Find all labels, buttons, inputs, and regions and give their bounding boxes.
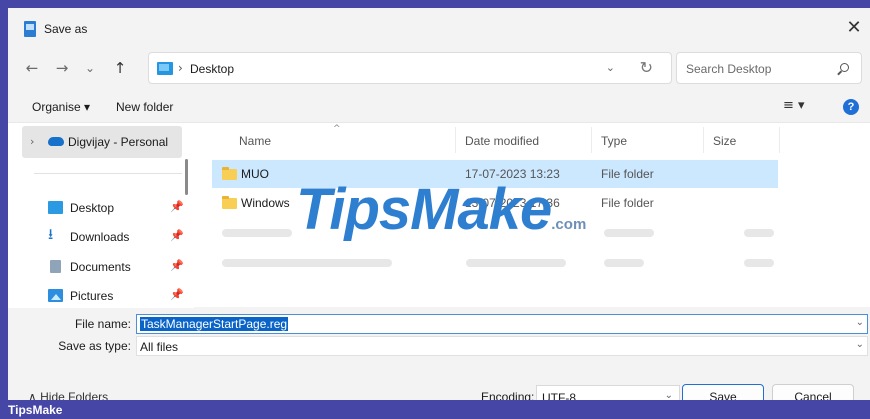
title-bar: Save as ✕ [8, 8, 870, 48]
sidebar-item-label: Desktop [70, 201, 115, 215]
close-button[interactable]: ✕ [844, 18, 864, 38]
tipsmake-watermark: TipsMake.com [296, 180, 586, 255]
sidebar-item-onedrive[interactable]: › Digvijay - Personal [22, 126, 182, 158]
sidebar-divider [34, 173, 182, 174]
refresh-icon[interactable]: ↻ [640, 58, 653, 77]
save-button[interactable]: Save [682, 384, 764, 400]
sidebar-item-label: Documents [70, 260, 131, 274]
folder-icon [222, 167, 237, 180]
blurred-row-content [744, 259, 774, 267]
window-title: Save as [44, 22, 88, 36]
recent-locations-chevron-icon[interactable]: ⌄ [80, 58, 100, 78]
pin-icon: 📌 [170, 259, 184, 272]
blurred-row-content [744, 229, 774, 237]
save-form: File name: TaskManagerStartPage.reg ⌄ Sa… [8, 308, 870, 368]
column-header-date-modified[interactable]: Date modified [465, 134, 539, 148]
help-icon[interactable]: ? [843, 99, 859, 115]
column-header-name[interactable]: Name [239, 134, 271, 148]
dialog-footer: ∧ Hide Folders Encoding: UTF-8 ⌄ Save Ca… [8, 370, 870, 400]
address-dropdown-icon[interactable]: ⌄ [606, 61, 615, 74]
encoding-select[interactable]: UTF-8 ⌄ [536, 385, 680, 400]
column-divider[interactable] [591, 127, 592, 153]
blurred-row-content [604, 259, 644, 267]
hide-folders-button[interactable]: ∧ Hide Folders [28, 390, 108, 400]
file-name: MUO [241, 167, 269, 181]
save-as-dialog: Save as ✕ ← → ⌄ ↑ › Desktop ⌄ ↻ Search D… [8, 8, 870, 400]
sidebar-item-downloads[interactable]: ⭳ Downloads 📌 [48, 226, 188, 248]
blurred-row-content [604, 229, 654, 237]
blurred-row-content [466, 259, 566, 267]
documents-icon [50, 260, 61, 273]
cancel-button[interactable]: Cancel [772, 384, 854, 400]
search-icon [840, 63, 849, 72]
breadcrumb-desktop[interactable]: Desktop [190, 62, 234, 76]
chevron-down-icon[interactable]: ⌄ [856, 339, 864, 350]
save-as-type-value: All files [140, 340, 179, 354]
command-bar: Organise ▾ New folder ≡ ▾ ? [8, 90, 870, 122]
encoding-label: Encoding: [481, 390, 535, 400]
watermark-suffix: .com [551, 216, 587, 233]
column-divider[interactable] [779, 127, 780, 153]
sidebar-item-label: Digvijay - Personal [68, 135, 169, 149]
desktop-folder-icon [157, 62, 173, 75]
address-bar[interactable]: › Desktop ⌄ ↻ [148, 52, 672, 84]
sidebar-item-label: Pictures [70, 289, 114, 303]
column-divider[interactable] [703, 127, 704, 153]
folder-icon [222, 196, 237, 209]
file-type: File folder [601, 196, 654, 210]
pin-icon: 📌 [170, 200, 184, 213]
pictures-icon [48, 289, 63, 302]
save-as-type-select[interactable]: All files ⌄ [136, 336, 868, 356]
notepad-app-icon [24, 21, 36, 37]
organise-menu-button[interactable]: Organise ▾ [32, 100, 90, 114]
blurred-row-content [222, 229, 292, 237]
new-folder-button[interactable]: New folder [116, 100, 173, 114]
search-input[interactable]: Search Desktop [676, 52, 862, 84]
file-name-value[interactable]: TaskManagerStartPage.reg [140, 317, 289, 331]
file-name-field[interactable]: TaskManagerStartPage.reg ⌄ [136, 314, 868, 334]
cloud-icon [48, 137, 64, 146]
sidebar-item-label: Downloads [70, 230, 130, 244]
navigation-pane: › Digvijay - Personal Desktop 📌 ⭳ Downlo… [8, 123, 194, 308]
file-type: File folder [601, 167, 654, 181]
back-arrow-icon[interactable]: ← [22, 58, 42, 78]
brand-label: TipsMake [8, 403, 63, 417]
file-name-label: File name: [74, 317, 131, 331]
watermark-text: TipsMake [296, 177, 552, 242]
save-as-type-label: Save as type: [58, 339, 131, 353]
pin-icon: 📌 [170, 288, 184, 301]
sidebar-item-documents[interactable]: Documents 📌 [48, 256, 188, 278]
download-icon: ⭳ [48, 225, 54, 243]
desktop-icon [48, 201, 63, 214]
breadcrumb-chevron-icon[interactable]: › [178, 61, 183, 75]
forward-arrow-icon[interactable]: → [52, 58, 72, 78]
column-header-size[interactable]: Size [713, 134, 736, 148]
navigation-row: ← → ⌄ ↑ › Desktop ⌄ ↻ Search Desktop [8, 48, 870, 88]
chevron-down-icon[interactable]: ⌄ [665, 390, 673, 400]
brand-strip: TipsMake [0, 400, 870, 419]
sidebar-item-desktop[interactable]: Desktop 📌 [48, 197, 188, 219]
blurred-row-content [222, 259, 392, 267]
up-arrow-icon[interactable]: ↑ [110, 58, 130, 78]
column-divider[interactable] [455, 127, 456, 153]
sidebar-scrollbar[interactable] [185, 159, 188, 195]
view-options-icon[interactable]: ≡ ▾ [783, 98, 805, 113]
column-header-type[interactable]: Type [601, 134, 627, 148]
sidebar-item-pictures[interactable]: Pictures 📌 [48, 285, 188, 307]
file-name: Windows [241, 196, 290, 210]
search-placeholder: Search Desktop [686, 62, 772, 76]
chevron-down-icon[interactable]: ⌄ [856, 317, 864, 328]
encoding-value: UTF-8 [542, 391, 576, 400]
sort-ascending-icon: ^ [333, 124, 341, 134]
expand-chevron-icon[interactable]: › [30, 135, 34, 148]
pin-icon: 📌 [170, 229, 184, 242]
